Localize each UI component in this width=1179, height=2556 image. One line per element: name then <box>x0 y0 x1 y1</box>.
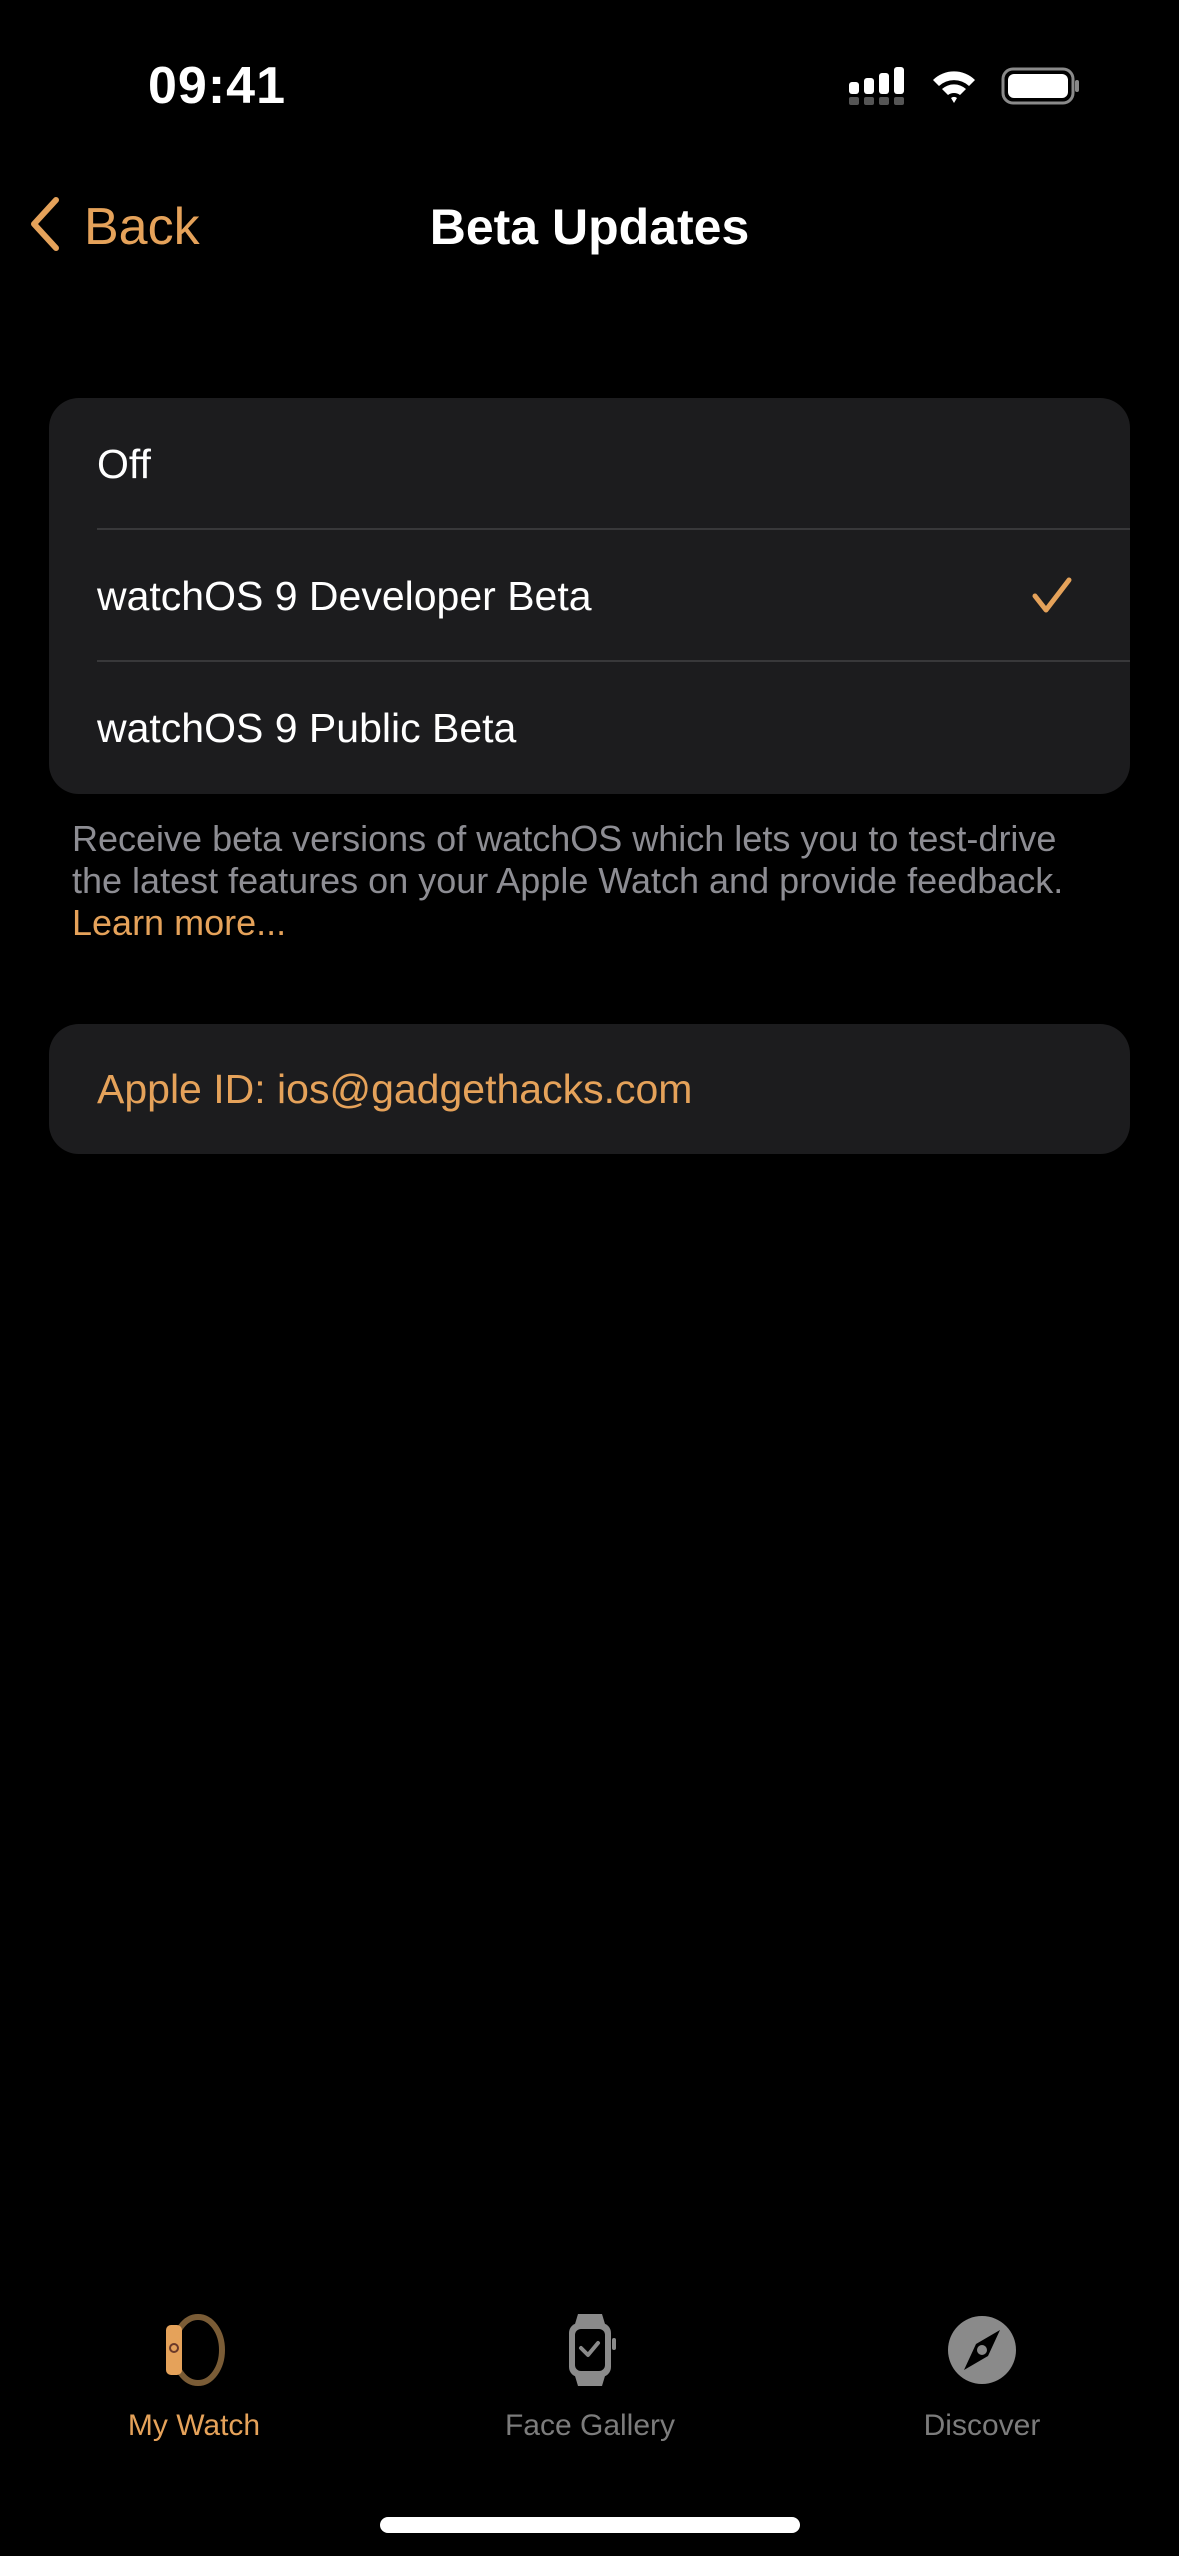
tab-face-gallery[interactable]: Face Gallery <box>440 2310 740 2443</box>
tab-label: My Watch <box>127 2409 261 2442</box>
face-gallery-icon <box>550 2310 630 2395</box>
option-off[interactable]: Off <box>49 398 1130 530</box>
discover-compass-icon <box>942 2310 1022 2395</box>
navigation-bar: Back Beta Updates <box>0 180 1179 280</box>
learn-more-link[interactable]: Learn more... <box>72 902 286 943</box>
option-public-beta[interactable]: watchOS 9 Public Beta <box>49 662 1130 794</box>
apple-id-label: Apple ID: ios@gadgethacks.com <box>97 1065 693 1112</box>
apple-id-row[interactable]: Apple ID: ios@gadgethacks.com <box>49 1024 1130 1154</box>
wifi-icon <box>929 66 979 111</box>
my-watch-icon <box>154 2310 234 2395</box>
tab-bar: My Watch Face Gallery Discover <box>0 2310 1179 2460</box>
beta-options-list: Off watchOS 9 Developer Beta watchOS 9 P… <box>49 398 1130 794</box>
description-text: Receive beta versions of watchOS which l… <box>72 818 1064 901</box>
checkmark-icon <box>1030 574 1074 623</box>
home-indicator[interactable] <box>380 2517 800 2533</box>
option-developer-beta[interactable]: watchOS 9 Developer Beta <box>49 530 1130 662</box>
status-icons <box>847 66 1081 111</box>
option-label: watchOS 9 Developer Beta <box>97 572 592 619</box>
status-time: 09:41 <box>148 57 286 115</box>
status-bar: 09:41 <box>0 0 1179 150</box>
cellular-signal-icon <box>847 66 907 111</box>
battery-icon <box>1001 66 1081 111</box>
option-label: Off <box>97 440 151 487</box>
tab-my-watch[interactable]: My Watch <box>44 2310 344 2443</box>
page-title: Beta Updates <box>429 199 750 255</box>
tab-discover[interactable]: Discover <box>832 2310 1132 2443</box>
option-label: watchOS 9 Public Beta <box>97 704 517 751</box>
tab-label: Face Gallery <box>504 2409 676 2442</box>
beta-description: Receive beta versions of watchOS which l… <box>72 818 1112 944</box>
tab-label: Discover <box>923 2409 1041 2442</box>
